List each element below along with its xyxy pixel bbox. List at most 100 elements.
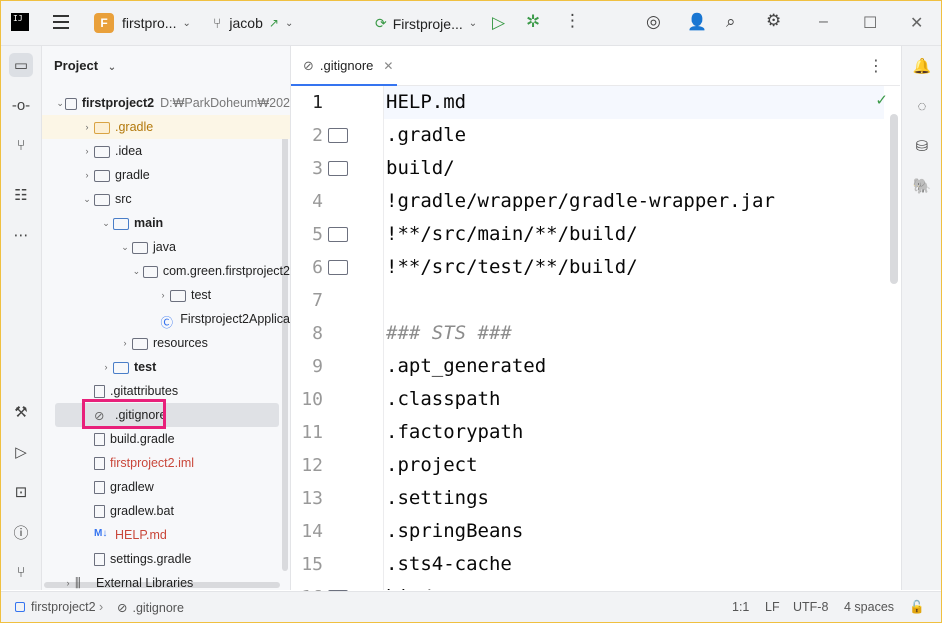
chevron-down-icon[interactable]: ⌄ bbox=[99, 218, 113, 229]
tree-item[interactable]: › gradle bbox=[42, 163, 290, 187]
gradle-file-icon bbox=[94, 552, 105, 566]
pull-requests-icon[interactable]: ⑂ bbox=[9, 133, 33, 157]
chevron-right-icon[interactable]: › bbox=[99, 362, 113, 372]
annotation-highlight-box bbox=[82, 399, 166, 429]
more-tools-icon[interactable]: ⋯ bbox=[9, 223, 33, 247]
library-icon: ⫼ bbox=[75, 576, 81, 590]
lock-icon[interactable]: 🔓 bbox=[909, 600, 925, 615]
tree-item[interactable]: firstproject2.iml bbox=[42, 451, 290, 475]
tree-item[interactable]: › resources bbox=[42, 331, 290, 355]
notifications-bell-icon[interactable]: 🔔 bbox=[911, 55, 933, 77]
chevron-right-icon[interactable]: › bbox=[61, 578, 75, 588]
tree-item[interactable]: ⌄ src bbox=[42, 187, 290, 211]
tree-item[interactable]: ⌄ com.green.firstproject2 bbox=[42, 259, 290, 283]
breadcrumb-project[interactable]: firstproject2 bbox=[15, 600, 96, 614]
debug-icon[interactable]: ✲ bbox=[526, 12, 540, 32]
file-encoding[interactable]: UTF-8 bbox=[793, 600, 828, 614]
tree-item[interactable]: ⌄ firstproject2 D:₩ParkDoheum₩202 bbox=[42, 91, 290, 115]
caret-position[interactable]: 1:1 bbox=[732, 600, 749, 614]
tree-item-label: settings.gradle bbox=[110, 552, 192, 566]
close-tab-icon[interactable]: ✕ bbox=[383, 59, 393, 73]
line-number-gutter[interactable]: 12345678910111213141516 bbox=[291, 86, 384, 608]
chevron-right-icon[interactable]: › bbox=[80, 146, 94, 156]
ai-assistant-icon[interactable]: ◎ bbox=[646, 12, 661, 32]
code-line: !**/src/main/**/build/ bbox=[386, 223, 638, 245]
branch-icon: ⑂ bbox=[213, 15, 222, 31]
tree-item[interactable]: ⌄ main bbox=[42, 211, 290, 235]
chevron-right-icon[interactable]: › bbox=[156, 290, 170, 300]
line-number: 9 bbox=[312, 356, 323, 377]
tree-item[interactable]: Ⓒ Firstproject2Applica bbox=[42, 307, 290, 331]
tree-item[interactable]: › ⫼ External Libraries bbox=[42, 571, 290, 590]
indent-setting[interactable]: 4 spaces bbox=[844, 600, 894, 614]
branch-switcher[interactable]: ⑂ jacob ↗ ⌄ bbox=[213, 15, 293, 31]
left-tool-stripe: ▭ -o- ⑂ ☷ ⋯ ⚒ ▷ ⊡ ⓘ ⑂ bbox=[1, 46, 42, 590]
tree-item[interactable]: gradlew bbox=[42, 475, 290, 499]
editor-tab[interactable]: ⊘ .gitignore ✕ bbox=[303, 46, 393, 85]
gradle-icon[interactable]: 🐘 bbox=[911, 175, 933, 197]
chevron-down-icon[interactable]: ⌄ bbox=[55, 98, 65, 109]
breadcrumb-file[interactable]: ⊘ .gitignore bbox=[117, 600, 184, 616]
project-folder-icon[interactable]: ▭ bbox=[9, 53, 33, 77]
tree-item[interactable]: › test bbox=[42, 283, 290, 307]
tree-item[interactable]: settings.gradle bbox=[42, 547, 290, 571]
project-panel-header[interactable]: Project ⌄ bbox=[54, 58, 116, 73]
tree-item[interactable]: › .idea bbox=[42, 139, 290, 163]
text-file-icon bbox=[94, 384, 105, 398]
title-bar: IJ _ F firstpro... ⌄ ⑂ jacob ↗ ⌄ ⟳ First… bbox=[1, 1, 941, 46]
folder-gutter-icon bbox=[328, 128, 348, 143]
structure-icon[interactable]: ☷ bbox=[9, 183, 33, 207]
chevron-down-icon[interactable]: ⌄ bbox=[118, 242, 132, 253]
code-line: .factorypath bbox=[386, 421, 524, 443]
maximize-button[interactable]: ☐ bbox=[863, 13, 877, 33]
tree-item[interactable]: gradlew.bat bbox=[42, 499, 290, 523]
run-icon[interactable]: ▷ bbox=[492, 13, 505, 33]
run-config-selector[interactable]: ⟳ Firstproje... ⌄ bbox=[375, 15, 477, 32]
search-icon[interactable]: ⌕ bbox=[726, 12, 736, 32]
tree-item[interactable]: › test bbox=[42, 355, 290, 379]
editor-scrollbar[interactable] bbox=[890, 114, 898, 284]
services-icon[interactable]: ▷ bbox=[9, 440, 33, 464]
folder-gutter-icon bbox=[328, 161, 348, 176]
main-menu-icon[interactable] bbox=[53, 15, 69, 29]
close-button[interactable]: ✕ bbox=[910, 13, 923, 33]
chevron-down-icon[interactable]: ⌄ bbox=[80, 194, 94, 205]
terminal-icon[interactable]: ⊡ bbox=[9, 480, 33, 504]
code-line: .springBeans bbox=[386, 520, 524, 542]
chevron-down-icon[interactable]: ⌄ bbox=[130, 266, 143, 277]
project-name: firstpro... bbox=[122, 15, 177, 31]
line-ending[interactable]: LF bbox=[765, 600, 780, 614]
no-problems-check-icon[interactable]: ✓ bbox=[875, 91, 888, 109]
code-area[interactable]: HELP.md .gradle build/ !gradle/wrapper/grad… bbox=[384, 86, 900, 590]
module-folder-icon bbox=[65, 97, 77, 110]
settings-gear-icon[interactable]: ⚙ bbox=[766, 11, 781, 31]
commit-icon[interactable]: -o- bbox=[9, 93, 33, 117]
tree-item[interactable]: ⌄ java bbox=[42, 235, 290, 259]
minimize-button[interactable]: – bbox=[819, 13, 828, 31]
tree-item[interactable]: build.gradle bbox=[42, 427, 290, 451]
project-badge: F bbox=[94, 13, 114, 33]
code-line: .classpath bbox=[386, 388, 501, 410]
ai-chat-icon[interactable]: ◌ bbox=[911, 95, 933, 117]
problems-icon[interactable]: ⓘ bbox=[9, 520, 33, 544]
tree-item-label: test bbox=[134, 360, 157, 374]
module-icon bbox=[15, 602, 25, 612]
more-actions-icon[interactable]: ⋮ bbox=[564, 11, 581, 31]
chevron-right-icon[interactable]: › bbox=[80, 122, 94, 132]
add-user-icon[interactable]: 👤 bbox=[687, 12, 707, 32]
tree-item[interactable]: M↓ HELP.md bbox=[42, 523, 290, 547]
project-switcher[interactable]: F firstpro... ⌄ bbox=[94, 13, 191, 33]
line-number: 1 bbox=[312, 92, 323, 113]
tree-item[interactable]: .gitattributes bbox=[42, 379, 290, 403]
database-icon[interactable]: ⛁ bbox=[911, 135, 933, 157]
tree-item[interactable]: › .gradle bbox=[42, 115, 290, 139]
terminal-file-icon bbox=[94, 480, 105, 494]
line-number: 15 bbox=[301, 554, 323, 575]
chevron-right-icon[interactable]: › bbox=[118, 338, 132, 348]
tab-options-icon[interactable]: ⋮ bbox=[868, 56, 884, 76]
app-logo-icon[interactable]: IJ _ bbox=[11, 13, 29, 32]
tree-item-label: gradle bbox=[115, 168, 150, 182]
version-control-icon[interactable]: ⑂ bbox=[9, 560, 33, 584]
build-hammer-icon[interactable]: ⚒ bbox=[9, 400, 33, 424]
chevron-right-icon[interactable]: › bbox=[80, 170, 94, 180]
